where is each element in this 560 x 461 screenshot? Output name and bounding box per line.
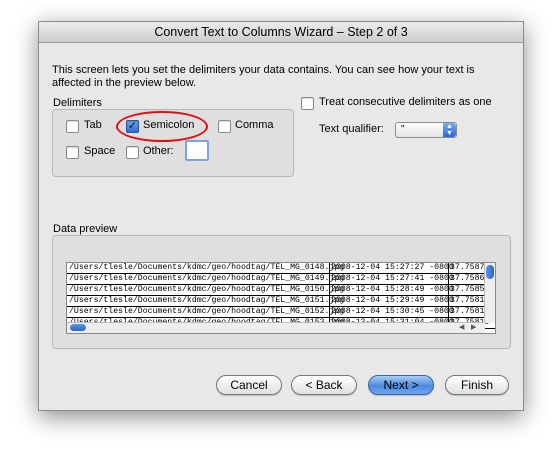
wizard-window: Convert Text to Columns Wizard – Step 2 … (38, 21, 524, 411)
intro-text: This screen lets you set the delimiters … (52, 64, 475, 89)
updown-arrows-icon: ▲ ▼ (443, 123, 456, 137)
delimiters-group-label: Delimiters (53, 97, 102, 109)
preview-cell: /Users/tlesle/Documents/kdmc/geo/hoodtag… (69, 285, 345, 294)
checkmark-icon: ✓ (127, 120, 138, 132)
preview-row: /Users/tlesle/Documents/kdmc/geo/hoodtag… (67, 263, 495, 274)
vertical-scroll-thumb[interactable] (486, 265, 494, 279)
next-button[interactable]: Next > (368, 375, 434, 395)
tab-label: Tab (84, 119, 102, 131)
preview-cell: 2008-12-04 15:29:49 -0800 (331, 296, 454, 305)
scroll-left-icon[interactable]: ◀ (459, 323, 464, 332)
other-label: Other: (143, 145, 174, 157)
consecutive-label: Treat consecutive delimiters as one (319, 96, 492, 108)
preview-cell: /Users/tlesle/Documents/kdmc/geo/hoodtag… (69, 263, 345, 272)
scroll-right-icon[interactable]: ▶ (471, 323, 476, 332)
tab-checkbox[interactable] (66, 120, 79, 133)
preview-cell: /Users/tlesle/Documents/kdmc/geo/hoodtag… (69, 296, 345, 305)
other-input[interactable] (185, 140, 209, 161)
qualifier-value: " (401, 124, 405, 135)
qualifier-select[interactable]: " ▲ ▼ (395, 122, 457, 138)
preview-row: /Users/tlesle/Documents/kdmc/geo/hoodtag… (67, 285, 495, 296)
qualifier-label: Text qualifier: (319, 123, 384, 135)
data-preview[interactable]: /Users/tlesle/Documents/kdmc/geo/hoodtag… (66, 262, 496, 334)
space-label: Space (84, 145, 116, 157)
preview-row: /Users/tlesle/Documents/kdmc/geo/hoodtag… (67, 307, 495, 318)
preview-cell: /Users/tlesle/Documents/kdmc/geo/hoodtag… (69, 274, 345, 283)
preview-cell: 2008-12-04 15:28:49 -0800 (331, 285, 454, 294)
preview-cell: 2008-12-04 15:30:45 -0800 (331, 307, 454, 316)
preview-row: /Users/tlesle/Documents/kdmc/geo/hoodtag… (67, 274, 495, 285)
preview-cell: /Users/tlesle/Documents/kdmc/geo/hoodtag… (69, 307, 345, 316)
comma-label: Comma (235, 119, 274, 131)
preview-cell: 2008-12-04 15:27:27 -0800 (331, 263, 454, 272)
finish-button[interactable]: Finish (445, 375, 509, 395)
semicolon-checkbox[interactable]: ✓ (126, 120, 139, 133)
preview-cell: 2008-12-04 15:27:41 -0800 (331, 274, 454, 283)
comma-checkbox[interactable] (218, 120, 231, 133)
consecutive-checkbox[interactable] (301, 97, 314, 110)
back-button[interactable]: < Back (291, 375, 357, 395)
preview-rows: /Users/tlesle/Documents/kdmc/geo/hoodtag… (67, 263, 495, 329)
preview-vertical-scrollbar[interactable] (484, 263, 495, 323)
other-checkbox[interactable] (126, 146, 139, 159)
horizontal-scroll-thumb[interactable] (70, 324, 86, 331)
preview-row: /Users/tlesle/Documents/kdmc/geo/hoodtag… (67, 296, 495, 307)
preview-group-label: Data preview (53, 223, 118, 235)
space-checkbox[interactable] (66, 146, 79, 159)
cancel-button[interactable]: Cancel (216, 375, 282, 395)
window-title: Convert Text to Columns Wizard – Step 2 … (39, 22, 523, 43)
preview-horizontal-scrollbar[interactable]: ◀ ▶ (67, 322, 485, 333)
semicolon-label: Semicolon (143, 119, 195, 131)
